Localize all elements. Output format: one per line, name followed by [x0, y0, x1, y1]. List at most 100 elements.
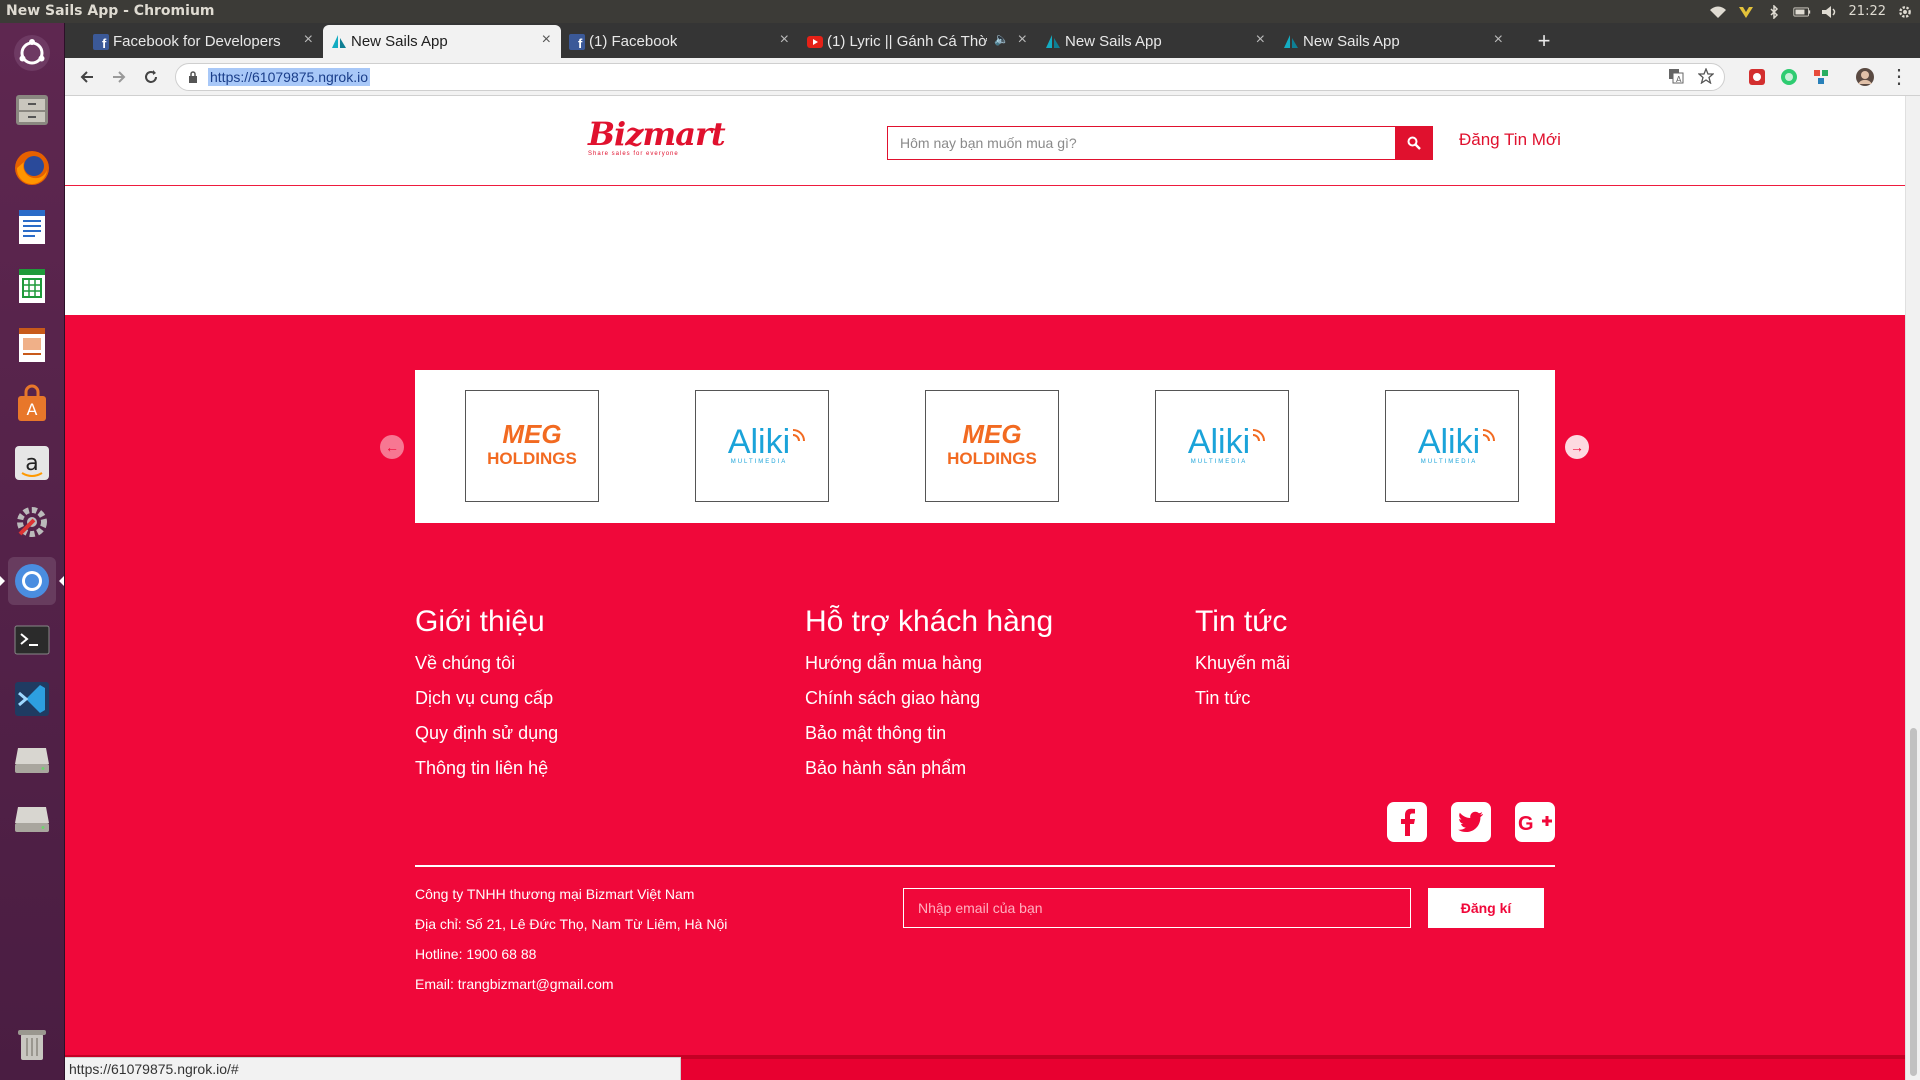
close-tab-icon[interactable]: ×: [1018, 31, 1027, 49]
bluetooth-icon[interactable]: [1765, 4, 1783, 19]
search-bar: [887, 126, 1433, 160]
newsletter-email-input[interactable]: [903, 888, 1411, 928]
facebook-icon: f: [93, 34, 109, 50]
tab-label: (1) Lyric || Gánh Cá Thờ: [827, 33, 987, 50]
close-tab-icon[interactable]: ×: [304, 31, 313, 49]
footer-link-privacy[interactable]: Bảo mật thông tin: [805, 721, 1053, 756]
bookmark-star-icon[interactable]: [1698, 68, 1714, 84]
partners-next-button[interactable]: →: [1565, 435, 1589, 459]
footer-link-buying-guide[interactable]: Hướng dẫn mua hàng: [805, 651, 1053, 686]
close-tab-icon[interactable]: ×: [780, 31, 789, 49]
close-tab-icon[interactable]: ×: [1494, 31, 1503, 49]
back-button[interactable]: [75, 65, 99, 89]
svg-text:Aliki: Aliki: [728, 423, 790, 461]
software-center-bag-icon: A: [18, 384, 46, 421]
new-tab-button[interactable]: +: [1530, 27, 1558, 55]
partner-logo-aliki[interactable]: Aliki MULTIMEDIA: [1385, 390, 1519, 502]
partner-logo-meg-holdings[interactable]: MEG HOLDINGS: [925, 390, 1059, 502]
footer-link-shipping-policy[interactable]: Chính sách giao hàng: [805, 686, 1053, 721]
close-tab-icon[interactable]: ×: [1256, 31, 1265, 49]
twitter-icon: [1458, 811, 1483, 832]
footer-link-contact[interactable]: Thông tin liên hệ: [415, 756, 558, 791]
arrow-right-icon: [113, 71, 126, 83]
wifi-icon[interactable]: [1709, 5, 1727, 19]
url-text[interactable]: https://61079875.ngrok.io: [208, 68, 371, 86]
launcher-drive-2[interactable]: [8, 793, 56, 841]
page-scrollbar[interactable]: [1905, 96, 1920, 1080]
launcher-amazon[interactable]: a: [8, 439, 56, 487]
network-extension-icon[interactable]: [1737, 5, 1755, 19]
extension-green-icon[interactable]: [1779, 67, 1799, 87]
search-input[interactable]: [887, 126, 1395, 160]
tab-new-sails-app-3[interactable]: New Sails App ×: [1275, 25, 1513, 58]
launcher-trash[interactable]: [8, 1020, 56, 1068]
launcher-writer[interactable]: [8, 203, 56, 251]
launcher-terminal[interactable]: [8, 616, 56, 664]
tab-facebook[interactable]: f (1) Facebook ×: [561, 25, 799, 58]
web-page: Bizmart Share sales for everyone Đăng Ti…: [65, 96, 1905, 1080]
hard-drive-icon: [15, 807, 49, 832]
translate-icon[interactable]: A: [1668, 68, 1684, 84]
footer-divider: [415, 865, 1555, 867]
footer-link-news[interactable]: Tin tức: [1195, 686, 1290, 721]
tab-new-sails-app-2[interactable]: New Sails App ×: [1037, 25, 1275, 58]
bizmart-logo[interactable]: Bizmart Share sales for everyone: [588, 118, 726, 166]
launcher-drive-1[interactable]: [8, 734, 56, 782]
forward-button[interactable]: [107, 65, 131, 89]
footer-link-about-us[interactable]: Về chúng tôi: [415, 651, 558, 686]
google-plus-link[interactable]: G: [1515, 802, 1555, 842]
launcher-impress[interactable]: [8, 321, 56, 369]
battery-icon[interactable]: [1792, 5, 1811, 19]
audio-playing-icon[interactable]: 🔈: [994, 32, 1009, 46]
dash-home-button[interactable]: [8, 29, 56, 77]
chromium-icon: [15, 564, 49, 598]
volume-icon[interactable]: [1821, 5, 1839, 19]
launcher-calc[interactable]: [8, 262, 56, 310]
firefox-icon: [15, 151, 49, 185]
site-header: Bizmart Share sales for everyone Đăng Ti…: [65, 96, 1905, 186]
launcher-files[interactable]: [8, 85, 56, 133]
subscribe-button[interactable]: Đăng kí: [1428, 888, 1544, 928]
lock-icon[interactable]: [188, 71, 198, 83]
partner-logo-aliki[interactable]: Aliki MULTIMEDIA: [1155, 390, 1289, 502]
svg-text:MULTIMEDIA: MULTIMEDIA: [1421, 459, 1478, 465]
partner-logo-meg-holdings[interactable]: MEG HOLDINGS: [465, 390, 599, 502]
profile-avatar-icon[interactable]: [1855, 67, 1875, 87]
extension-red-icon[interactable]: [1747, 67, 1767, 87]
tab-facebook-developers[interactable]: f Facebook for Developers ×: [85, 25, 323, 58]
twitter-link[interactable]: [1451, 802, 1491, 842]
reload-button[interactable]: [139, 65, 163, 89]
address-bar[interactable]: https://61079875.ngrok.io A: [175, 63, 1725, 91]
partners-carousel: MEG HOLDINGS Aliki MULTIMEDIA MEG HOLDIN…: [415, 370, 1555, 523]
files-cabinet-icon: [16, 95, 48, 125]
launcher-software-center[interactable]: A: [8, 380, 56, 428]
scrollbar-thumb[interactable]: [1910, 728, 1917, 1076]
tab-label: New Sails App: [1303, 33, 1400, 50]
active-app-indicator: [0, 576, 5, 586]
site-footer: ← MEG HOLDINGS Aliki MULTIMEDIA MEG HOLD…: [65, 315, 1905, 1080]
tab-youtube-lyric[interactable]: (1) Lyric || Gánh Cá Thờ 🔈 ×: [799, 25, 1037, 58]
facebook-link[interactable]: [1387, 802, 1427, 842]
settings-gear-icon[interactable]: [1896, 5, 1914, 19]
svg-text:A: A: [1676, 75, 1682, 84]
footer-link-warranty[interactable]: Bảo hành sản phẩm: [805, 756, 1053, 791]
reload-icon: [145, 70, 157, 83]
footer-link-terms[interactable]: Quy định sử dụng: [415, 721, 558, 756]
partner-logo-aliki[interactable]: Aliki MULTIMEDIA: [695, 390, 829, 502]
extension-grid-icon[interactable]: [1811, 67, 1831, 87]
post-new-listing-link[interactable]: Đăng Tin Mới: [1459, 130, 1561, 150]
svg-text:A: A: [27, 400, 38, 419]
tab-new-sails-app-active[interactable]: New Sails App ×: [323, 25, 561, 58]
footer-link-services[interactable]: Dịch vụ cung cấp: [415, 686, 558, 721]
google-plus-icon: G: [1518, 813, 1552, 835]
launcher-system-settings[interactable]: [8, 498, 56, 546]
footer-link-promotions[interactable]: Khuyến mãi: [1195, 651, 1290, 686]
launcher-vscode[interactable]: [8, 675, 56, 723]
launcher-firefox[interactable]: [8, 144, 56, 192]
close-tab-icon[interactable]: ×: [542, 31, 551, 49]
search-button[interactable]: [1395, 126, 1433, 160]
clock[interactable]: 21:22: [1849, 4, 1886, 19]
partners-prev-button[interactable]: ←: [380, 435, 404, 459]
browser-menu-button[interactable]: ⋮: [1887, 65, 1911, 89]
launcher-chromium[interactable]: [8, 557, 56, 605]
